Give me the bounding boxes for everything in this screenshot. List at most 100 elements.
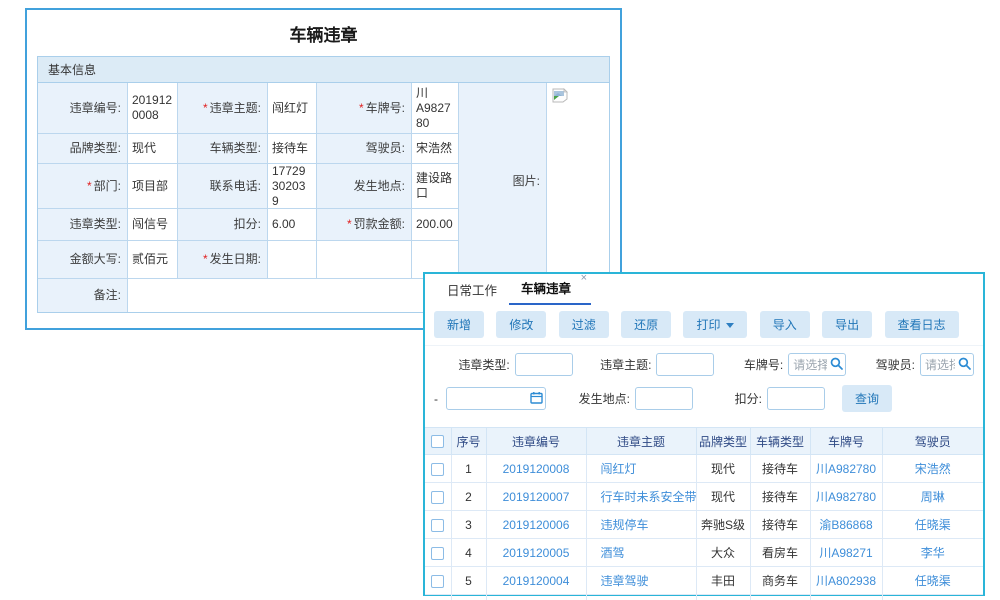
edit-button[interactable]: 修改: [496, 311, 546, 338]
row-checkbox[interactable]: [431, 463, 444, 476]
cell-violation-id-link[interactable]: 2019120007: [486, 483, 586, 511]
cell-subject-link[interactable]: 行车时未系安全带: [586, 483, 696, 511]
violation-table: 序号 违章编号 违章主题 品牌类型 车辆类型 车牌号 驾驶员 1 2019120…: [425, 427, 983, 600]
table-row: 6 2019120002 路边临时停车 奥迪 商务车 渝AJ59484 任晓渠: [425, 595, 983, 600]
cell-driver-link[interactable]: 宋浩然: [882, 455, 983, 483]
field-value-driver: 宋浩然: [412, 134, 459, 164]
broken-image-icon: [552, 88, 568, 103]
field-value-brand-type: 现代: [128, 134, 178, 164]
filter-label-plate: 车牌号:: [731, 356, 783, 373]
field-value-subject: 闯红灯: [268, 83, 317, 134]
cell-brand: 现代: [696, 483, 750, 511]
tab-vehicle-violation[interactable]: 车辆违章 ×: [509, 271, 591, 305]
field-label-plate: *车牌号:: [317, 83, 412, 134]
filter-label-subject: 违章主题:: [590, 356, 652, 373]
row-checkbox[interactable]: [431, 491, 444, 504]
field-value-amount-caps: 贰佰元: [128, 241, 178, 279]
cell-violation-id-link[interactable]: 2019120005: [486, 539, 586, 567]
field-label-fine: *罚款金额:: [317, 209, 412, 241]
required-star: *: [203, 101, 208, 116]
required-star: *: [347, 217, 352, 232]
cell-violation-id-link[interactable]: 2019120002: [486, 595, 586, 600]
field-value-phone: 17729302039: [268, 164, 317, 209]
points-input[interactable]: [767, 387, 825, 410]
field-label-subject: *违章主题:: [178, 83, 268, 134]
row-checkbox[interactable]: [431, 519, 444, 532]
cell-brand: 现代: [696, 455, 750, 483]
select-all-checkbox[interactable]: [431, 435, 444, 448]
location-input[interactable]: [635, 387, 693, 410]
cell-plate-link[interactable]: 川A98271: [810, 539, 882, 567]
cell-plate-link[interactable]: 渝AJ59484: [810, 595, 882, 600]
required-star: *: [203, 252, 208, 267]
close-icon[interactable]: ×: [581, 272, 587, 284]
cell-driver-link[interactable]: 李华: [882, 539, 983, 567]
field-value-date: [268, 241, 317, 279]
subject-input[interactable]: [656, 353, 714, 376]
field-value-department: 项目部: [128, 164, 178, 209]
filter-row-1: 违章类型: 违章主题: 车牌号: 驾驶员:: [434, 353, 974, 376]
search-icon[interactable]: [958, 357, 971, 370]
cell-brand: 奔驰S级: [696, 511, 750, 539]
field-value-vehicle-type: 接待车: [268, 134, 317, 164]
search-icon[interactable]: [830, 357, 843, 370]
table-row: 3 2019120006 违规停车 奔驰S级 接待车 渝B86868 任晓渠: [425, 511, 983, 539]
filter-label-driver: 驾驶员:: [863, 356, 915, 373]
cell-no: 3: [451, 511, 486, 539]
cell-vehicle-type: 接待车: [750, 483, 810, 511]
violation-list-panel: 日常工作 车辆违章 × 新增 修改 过滤 还原 打印 导入 导出 查看日志 违章…: [423, 272, 985, 596]
cell-violation-id-link[interactable]: 2019120006: [486, 511, 586, 539]
export-button[interactable]: 导出: [822, 311, 872, 338]
cell-subject-link[interactable]: 违规停车: [586, 511, 696, 539]
table-row: 4 2019120005 酒驾 大众 看房车 川A98271 李华: [425, 539, 983, 567]
cell-plate-link[interactable]: 川A982780: [810, 483, 882, 511]
field-value-image: [547, 83, 602, 279]
select-all-header: [425, 428, 451, 455]
restore-button[interactable]: 还原: [621, 311, 671, 338]
field-value-plate: 川A982780: [412, 83, 459, 134]
cell-brand: 大众: [696, 539, 750, 567]
view-log-button[interactable]: 查看日志: [885, 311, 959, 338]
field-label-location: 发生地点:: [317, 164, 412, 209]
print-button[interactable]: 打印: [683, 311, 747, 338]
cell-no: 6: [451, 595, 486, 600]
screen: 车辆违章 基本信息 违章编号: 2019120008 *违章主题: 闯红灯 *车…: [0, 0, 1000, 600]
cell-violation-id-link[interactable]: 2019120004: [486, 567, 586, 595]
row-checkbox[interactable]: [431, 575, 444, 588]
cell-vehicle-type: 接待车: [750, 511, 810, 539]
tab-daily-work[interactable]: 日常工作: [435, 273, 509, 305]
add-button[interactable]: 新增: [434, 311, 484, 338]
cell-subject-link[interactable]: 违章驾驶: [586, 567, 696, 595]
field-label-image: 图片:: [459, 83, 547, 279]
col-header-brand: 品牌类型: [696, 428, 750, 455]
cell-subject-link[interactable]: 闯红灯: [586, 455, 696, 483]
cell-subject-link[interactable]: 路边临时停车: [586, 595, 696, 600]
cell-driver-link[interactable]: 任晓渠: [882, 567, 983, 595]
field-value-violation-type: 闯信号: [128, 209, 178, 241]
cell-no: 5: [451, 567, 486, 595]
cell-driver-link[interactable]: 任晓渠: [882, 511, 983, 539]
field-label-vehicle-type: 车辆类型:: [178, 134, 268, 164]
col-header-subject: 违章主题: [586, 428, 696, 455]
cell-driver-link[interactable]: 任晓渠: [882, 595, 983, 600]
cell-driver-link[interactable]: 周琳: [882, 483, 983, 511]
chevron-down-icon: [726, 323, 734, 328]
cell-vehicle-type: 商务车: [750, 595, 810, 600]
cell-subject-link[interactable]: 酒驾: [586, 539, 696, 567]
cell-vehicle-type: 看房车: [750, 539, 810, 567]
cell-plate-link[interactable]: 渝B86868: [810, 511, 882, 539]
cell-plate-link[interactable]: 川A982780: [810, 455, 882, 483]
calendar-icon[interactable]: [530, 391, 543, 404]
basic-info-section-title: 基本信息: [38, 57, 609, 83]
cell-plate-link[interactable]: 川A802938: [810, 567, 882, 595]
cell-violation-id-link[interactable]: 2019120008: [486, 455, 586, 483]
field-label-violation-type: 违章类型:: [38, 209, 128, 241]
violation-type-input[interactable]: [515, 353, 573, 376]
search-button[interactable]: 查询: [842, 385, 892, 412]
import-button[interactable]: 导入: [760, 311, 810, 338]
field-label-violation-no: 违章编号:: [38, 83, 128, 134]
field-value-violation-no: 2019120008: [128, 83, 178, 134]
row-checkbox[interactable]: [431, 547, 444, 560]
filter-button[interactable]: 过滤: [559, 311, 609, 338]
field-value-location: 建设路口: [412, 164, 459, 209]
